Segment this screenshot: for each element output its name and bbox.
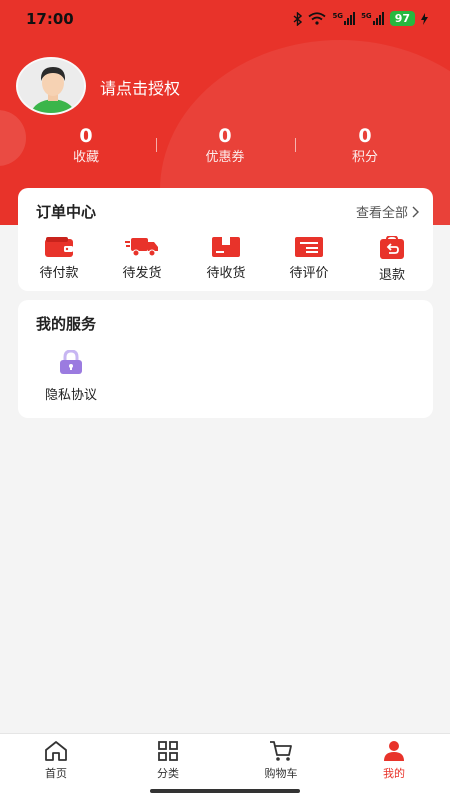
stat-points[interactable]: 0 积分 xyxy=(305,124,425,168)
order-refund[interactable]: 退款 xyxy=(362,236,422,283)
stat-label: 积分 xyxy=(351,150,378,165)
signal-label: 5G xyxy=(361,12,372,20)
order-item-label: 退款 xyxy=(378,268,405,283)
tab-cart[interactable]: 购物车 xyxy=(241,740,321,781)
stat-value: 0 xyxy=(218,125,232,147)
stats-row: 0 收藏 0 优惠券 0 积分 xyxy=(0,124,450,174)
order-pending-review[interactable]: 待评价 xyxy=(279,236,339,281)
user-icon xyxy=(384,741,404,761)
signal-icon: 5G xyxy=(332,12,356,25)
service-privacy-policy[interactable]: 隐私协议 xyxy=(36,349,106,403)
order-pending-shipment[interactable]: 待发货 xyxy=(112,236,172,281)
charging-icon xyxy=(421,12,428,25)
chevron-right-icon xyxy=(412,206,419,217)
stat-label: 优惠券 xyxy=(205,150,245,165)
order-pending-receipt[interactable]: 待收货 xyxy=(196,236,256,281)
service-item-label: 隐私协议 xyxy=(44,388,97,403)
grid-icon xyxy=(158,741,178,761)
wifi-icon xyxy=(308,12,327,25)
tab-label: 首页 xyxy=(45,767,67,780)
order-pending-payment[interactable]: 待付款 xyxy=(29,236,89,281)
order-item-label: 待付款 xyxy=(39,266,79,281)
login-prompt[interactable]: 请点击授权 xyxy=(100,75,180,99)
stat-label: 收藏 xyxy=(72,150,99,165)
order-item-label: 待评价 xyxy=(289,266,329,281)
bluetooth-icon xyxy=(293,11,303,26)
order-item-label: 待发货 xyxy=(122,266,162,281)
home-icon xyxy=(45,741,67,761)
tab-label: 购物车 xyxy=(264,767,298,780)
signal-label: 5G xyxy=(332,12,344,20)
wallet-icon xyxy=(45,237,73,257)
tab-home[interactable]: 首页 xyxy=(16,740,96,781)
view-all-label: 查看全部 xyxy=(355,206,408,221)
truck-icon xyxy=(125,238,158,257)
order-item-label: 待收货 xyxy=(206,266,246,281)
my-services-card: 我的服务 隐私协议 xyxy=(18,300,433,418)
divider xyxy=(156,138,157,152)
tab-category[interactable]: 分类 xyxy=(128,740,208,781)
stat-favorites[interactable]: 0 收藏 xyxy=(26,124,146,168)
cart-icon xyxy=(270,741,292,761)
status-bar: 17:00 5G 5G 97 xyxy=(0,0,450,40)
tab-label: 我的 xyxy=(383,767,405,780)
package-icon xyxy=(212,237,240,257)
order-center-card: 订单中心 查看全部 待付款 待发货 待收货 待评价 退款 xyxy=(18,188,433,291)
avatar[interactable] xyxy=(16,57,86,115)
my-services-title: 我的服务 xyxy=(36,315,97,333)
stat-coupons[interactable]: 0 优惠券 xyxy=(165,124,285,168)
status-icons: 5G 5G 97 xyxy=(293,11,428,26)
review-icon xyxy=(295,237,323,257)
tab-label: 分类 xyxy=(157,767,179,780)
view-all-orders-link[interactable]: 查看全部 xyxy=(356,202,419,221)
status-time: 17:00 xyxy=(26,10,74,28)
tab-mine[interactable]: 我的 xyxy=(354,740,434,781)
order-center-title: 订单中心 xyxy=(36,203,97,221)
stat-value: 0 xyxy=(358,125,372,147)
refund-icon xyxy=(380,236,404,259)
signal-icon: 5G xyxy=(361,12,384,25)
lock-icon xyxy=(60,349,82,374)
divider xyxy=(295,138,296,152)
battery-indicator: 97 xyxy=(389,11,415,26)
stat-value: 0 xyxy=(79,125,93,147)
home-indicator xyxy=(150,789,300,793)
